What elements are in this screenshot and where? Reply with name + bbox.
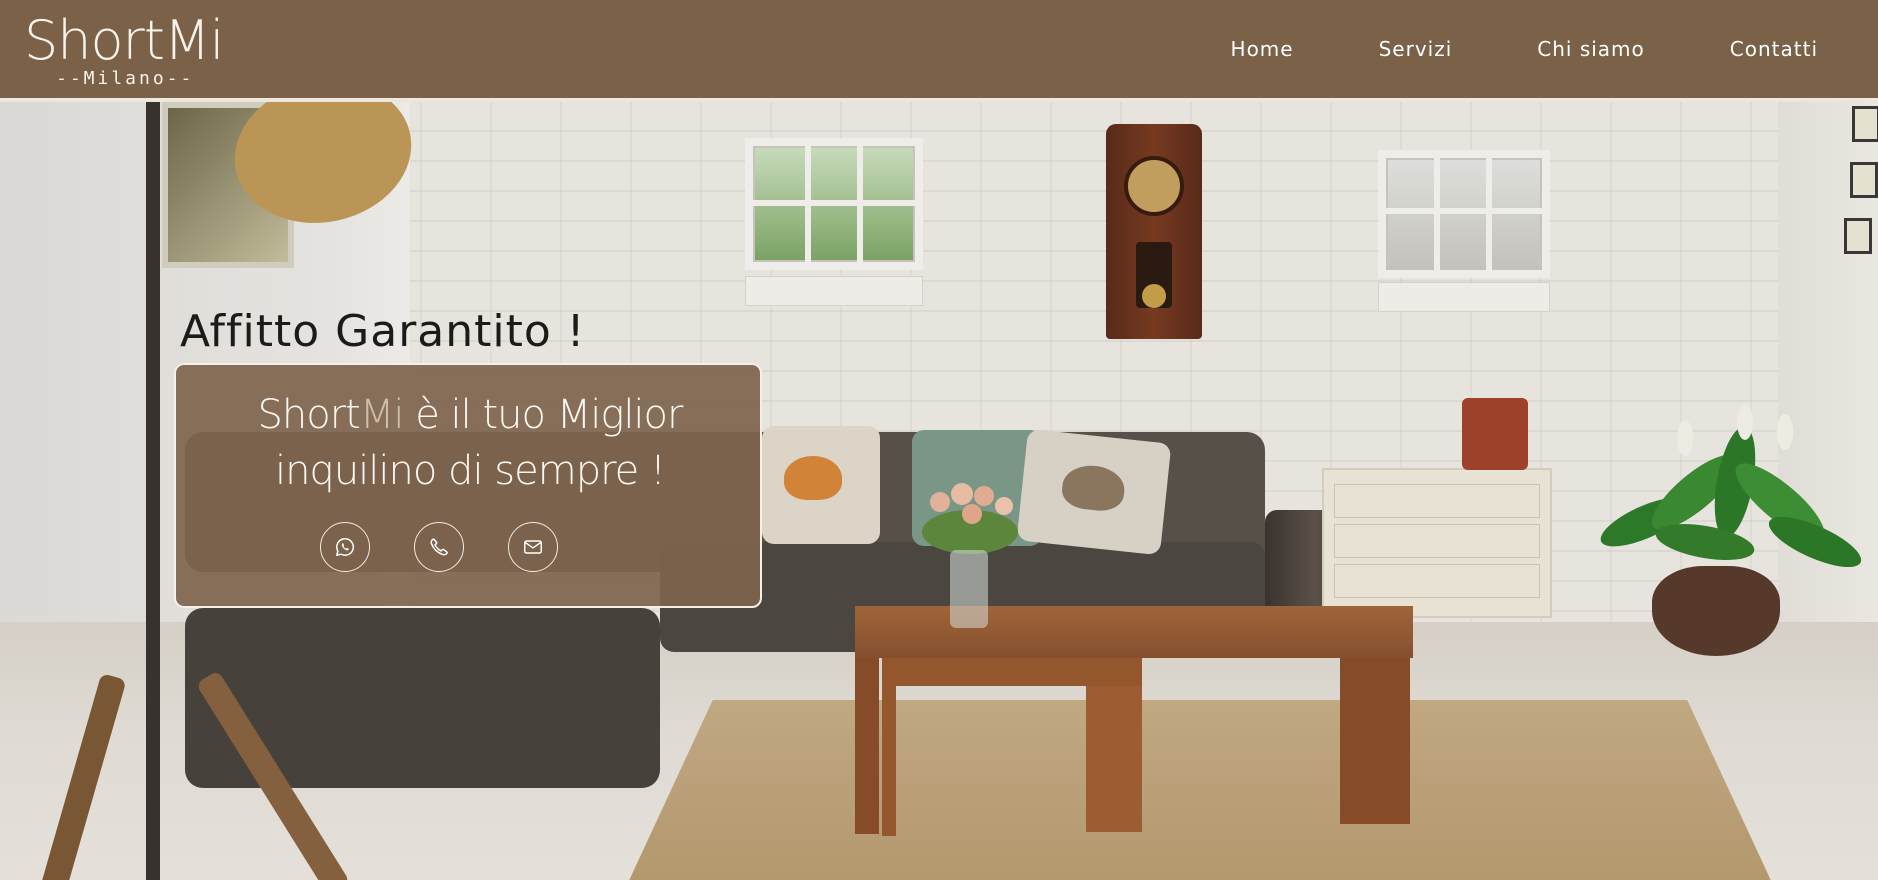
nav-servizi[interactable]: Servizi (1379, 36, 1453, 62)
tagline-brand-mi: Mi (359, 392, 405, 438)
nav-contatti[interactable]: Contatti (1730, 36, 1818, 62)
logo[interactable]: ShortMi --Milano-- (24, 10, 225, 90)
logo-subtitle: --Milano-- (56, 68, 195, 89)
site-header: ShortMi --Milano-- Home Servizi Chi siam… (0, 0, 1878, 100)
logo-wordmark: ShortMi (24, 9, 225, 72)
whatsapp-icon (336, 538, 355, 556)
nav-chi-siamo[interactable]: Chi siamo (1537, 36, 1645, 62)
whatsapp-button[interactable] (320, 522, 370, 572)
hero-headline: Affitto Garantito ! (180, 306, 586, 357)
phone-icon (430, 538, 448, 556)
mail-icon (524, 540, 542, 554)
tagline-brand-short: Short (257, 392, 361, 438)
hero-tagline: ShortMi è il tuo Miglior inquilino di se… (196, 387, 744, 499)
email-button[interactable] (508, 522, 558, 572)
contact-buttons (320, 522, 602, 572)
phone-button[interactable] (414, 522, 464, 572)
hero-card: ShortMi è il tuo Miglior inquilino di se… (174, 363, 762, 608)
nav-home[interactable]: Home (1231, 36, 1294, 62)
main-nav: Home Servizi Chi siamo Contatti (1146, 36, 1818, 62)
